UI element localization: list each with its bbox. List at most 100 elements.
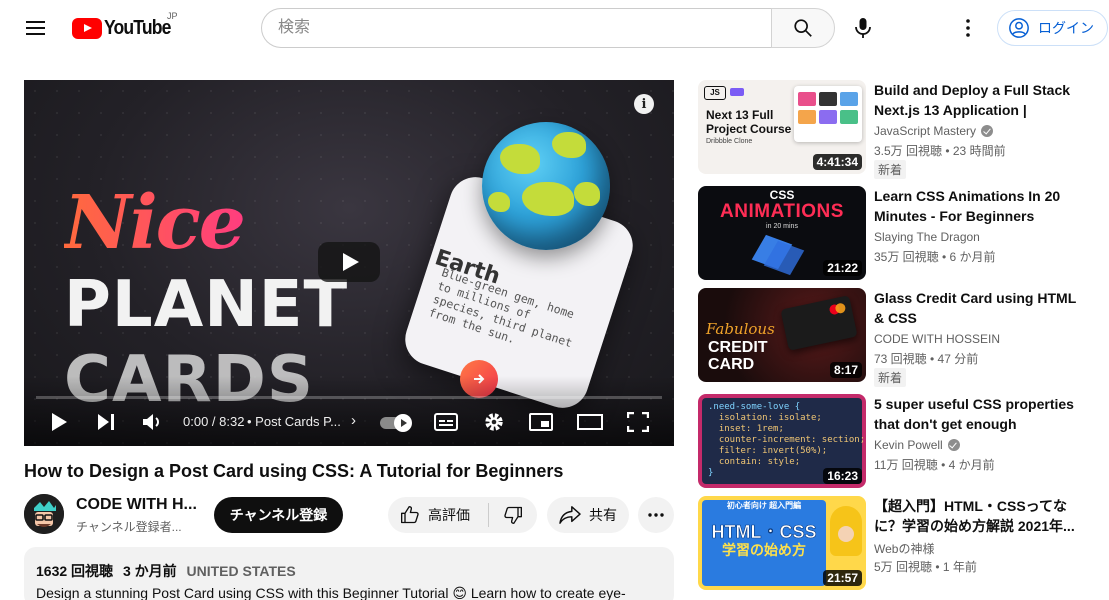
settings-menu-button[interactable] <box>948 8 988 48</box>
description-text: Design a stunning Post Card using CSS wi… <box>36 585 626 600</box>
microphone-icon <box>855 18 871 38</box>
recommended-video[interactable]: Fabulous CREDIT CARD 8:17 Glass Credit C… <box>698 288 1098 387</box>
theater-mode-button[interactable] <box>576 410 604 434</box>
region-code: JP <box>167 11 178 21</box>
miniplayer-button[interactable] <box>527 410 555 434</box>
thumb-line-3: in 20 mins <box>766 223 798 230</box>
volume-icon <box>143 414 159 430</box>
new-badge: 新着 <box>874 160 907 179</box>
video-player[interactable]: Nice PLANET CARDS Earth Blue-green gem, … <box>24 80 674 446</box>
next-button[interactable] <box>92 410 120 434</box>
channel-name[interactable]: Webの神様 <box>874 540 934 557</box>
progress-bar[interactable] <box>36 396 662 399</box>
voice-search-button[interactable] <box>843 8 883 48</box>
search-input[interactable] <box>261 8 771 48</box>
thumb-line-3: 学習の始め方 <box>722 542 806 558</box>
youtube-logo[interactable]: YouTube <box>72 17 180 39</box>
dislike-button[interactable] <box>489 497 537 533</box>
year-badge <box>730 88 744 96</box>
video-thumbnail[interactable]: 初心者向け 超入門編 HTML・CSS 学習の始め方 21:57 <box>698 496 866 590</box>
video-meta: 73 回視聴 • 47 分前 <box>874 352 979 366</box>
video-title[interactable]: Build and Deploy a Full Stack Next.js 13… <box>874 80 1079 120</box>
thumb-line-2: Project Course <box>706 122 792 136</box>
recommended-video[interactable]: CSS ANIMATIONS in 20 mins 21:22 Learn CS… <box>698 186 1098 280</box>
video-thumbnail[interactable]: Fabulous CREDIT CARD 8:17 <box>698 288 866 382</box>
code-line: isolation: isolate; <box>708 413 822 423</box>
fullscreen-button[interactable] <box>624 410 652 434</box>
info-icon[interactable]: i <box>634 94 654 114</box>
recommended-video[interactable]: JS Next 13 Full Project Course Dribbble … <box>698 80 1098 179</box>
chapter-title[interactable]: • Post Cards P... <box>247 414 341 429</box>
video-thumbnail[interactable]: JS Next 13 Full Project Course Dribbble … <box>698 80 866 174</box>
verified-icon <box>947 439 960 451</box>
thumb-line-1: Next 13 Full <box>706 108 774 122</box>
search-button[interactable] <box>771 8 835 48</box>
skip-next-icon <box>98 414 114 430</box>
more-horiz-icon <box>648 513 664 517</box>
video-title[interactable]: 【超入門】HTML・CSSってなに？学習の始め方解説 2021年... <box>874 496 1079 536</box>
menu-icon[interactable] <box>22 14 50 42</box>
recommended-video[interactable]: .need-some-love { isolation: isolate; in… <box>698 394 1098 488</box>
video-title[interactable]: Learn CSS Animations In 20 Minutes - For… <box>874 186 1079 226</box>
video-meta: 35万 回視聴 • 6 か月前 <box>874 250 996 264</box>
duration-badge: 8:17 <box>829 362 862 378</box>
video-meta: 3.5万 回視聴 • 23 時間前 <box>874 144 1006 158</box>
video-meta: 5万 回視聴 • 1 年前 <box>874 560 977 574</box>
upload-age: 3 か月前 <box>122 563 177 579</box>
login-button[interactable]: ログイン <box>997 10 1108 46</box>
video-thumbnail[interactable]: .need-some-love { isolation: isolate; in… <box>698 394 866 488</box>
video-thumbnail[interactable]: CSS ANIMATIONS in 20 mins 21:22 <box>698 186 866 280</box>
thumb-line-3: Dribbble Clone <box>706 138 753 145</box>
like-button[interactable]: 高評価 <box>388 497 488 533</box>
play-button[interactable] <box>45 410 73 434</box>
chapter-chevron-icon[interactable]: › <box>351 412 356 429</box>
mascot-graphic <box>830 506 862 556</box>
code-line: contain: style; <box>708 457 801 467</box>
video-meta: 11万 回視聴 • 4 か月前 <box>874 458 995 472</box>
autoplay-toggle[interactable] <box>380 414 412 432</box>
thumb-line-3: CARD <box>708 356 755 373</box>
credit-card-graphic <box>780 295 858 351</box>
description-box[interactable]: 1632 回視聴 3 か月前 UNITED STATES Design a st… <box>24 547 674 600</box>
player-controls: 0:00 / 8:32 • Post Cards P... › <box>24 406 674 438</box>
channel-name[interactable]: Slaying The Dragon <box>874 230 980 244</box>
like-label: 高評価 <box>428 507 470 523</box>
mute-button[interactable] <box>139 410 167 434</box>
video-title[interactable]: Glass Credit Card using HTML & CSS <box>874 288 1079 328</box>
more-actions-button[interactable] <box>638 497 674 533</box>
duration-badge: 21:22 <box>823 260 862 276</box>
play-icon <box>52 413 67 431</box>
code-line: .need-some-love { <box>708 402 801 412</box>
masthead: YouTube JP ログイン <box>0 0 1109 56</box>
like-dislike-group: 高評価 <box>388 497 537 533</box>
channel-name[interactable]: CODE WITH HOSSEIN <box>874 332 1000 346</box>
channel-label: Webの神様 <box>874 542 935 556</box>
channel-name[interactable]: Kevin Powell <box>874 438 960 452</box>
autoplay-play-icon <box>394 414 412 432</box>
channel-name[interactable]: JavaScript Mastery <box>874 124 994 138</box>
channel-label: Kevin Powell <box>874 438 943 452</box>
new-badge: 新着 <box>874 368 907 387</box>
channel-name[interactable]: CODE WITH H... <box>76 496 197 514</box>
code-line: inset: 1rem; <box>708 424 784 434</box>
share-label: 共有 <box>589 507 617 523</box>
channel-label: CODE WITH HOSSEIN <box>874 332 1001 346</box>
share-button[interactable]: 共有 <box>547 497 629 533</box>
settings-button[interactable] <box>480 410 508 434</box>
js-badge-icon: JS <box>704 86 726 100</box>
channel-avatar[interactable] <box>24 494 64 534</box>
recommended-video[interactable]: 初心者向け 超入門編 HTML・CSS 学習の始め方 21:57 【超入門】HT… <box>698 496 1098 590</box>
subscribe-button[interactable]: チャンネル登録 <box>214 497 343 533</box>
large-play-button[interactable] <box>318 242 380 282</box>
location-tag[interactable]: UNITED STATES <box>187 563 296 579</box>
subscriber-count: チャンネル登録者... <box>76 520 182 534</box>
thumbnail-word-planet: PLANET <box>64 268 349 342</box>
subtitles-button[interactable] <box>432 410 460 434</box>
time-display: 0:00 / 8:32 <box>183 414 245 429</box>
avatar-icon <box>24 494 64 534</box>
logo-text: YouTube <box>104 16 171 39</box>
video-title[interactable]: 5 super useful CSS properties that don't… <box>874 394 1079 434</box>
gear-icon <box>485 413 503 431</box>
subtitles-icon <box>434 413 458 431</box>
thumb-line-2: CREDIT <box>708 339 768 356</box>
